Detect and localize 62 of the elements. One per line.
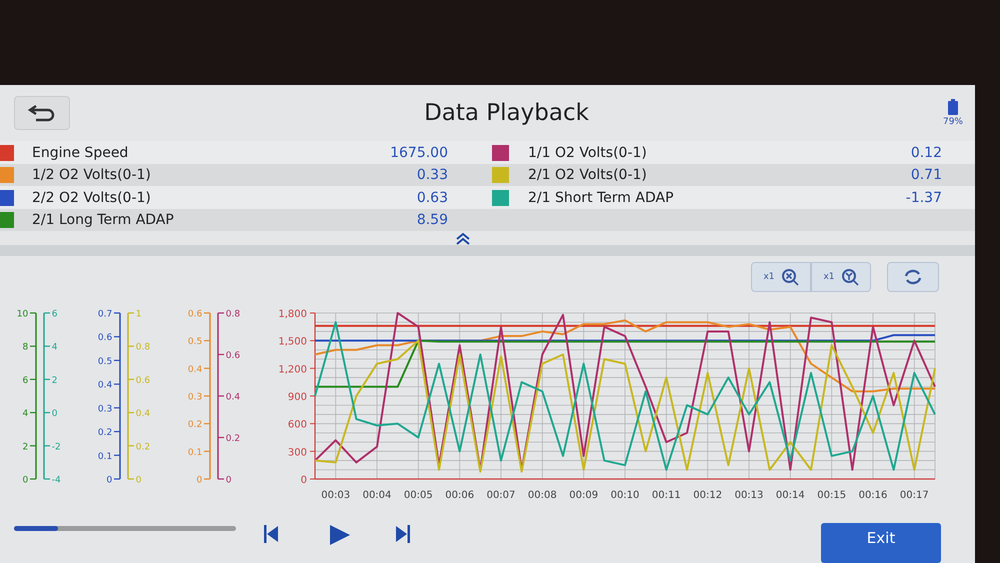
axis-scale: 1 0.8 0.6 0.4 0.2 0	[127, 310, 150, 486]
zoom-y-button[interactable]: x1	[811, 262, 871, 292]
signal-name: 1/1 O2 Volts(0-1)	[528, 144, 648, 161]
signal-value: 0.12	[910, 144, 942, 161]
x-tick-label: 00:08	[528, 490, 557, 501]
x-tick-label: 00:16	[858, 490, 888, 501]
y-tick-label: 0	[300, 475, 307, 486]
zoom-x-button[interactable]: x1	[751, 262, 811, 292]
signal-name: 2/1 Long Term ADAP	[32, 212, 175, 228]
x-tick-label: 00:13	[734, 490, 764, 501]
back-arrow-icon	[27, 104, 57, 122]
back-button[interactable]	[14, 96, 70, 130]
signal-name: 2/1 O2 Volts(0-1)	[528, 167, 648, 184]
x-tick-label: 00:12	[693, 490, 722, 501]
x-tick-label: 00:17	[900, 490, 929, 501]
next-button[interactable]	[396, 525, 410, 543]
signal-name: 1/2 O2 Volts(0-1)	[32, 167, 152, 184]
signal-value: 1675.00	[390, 144, 448, 161]
signal-value: 0.63	[416, 190, 448, 206]
magnifier-icon	[840, 268, 859, 286]
x-tick-label: 00:15	[817, 490, 846, 501]
signal-value: -1.37	[906, 190, 942, 206]
y-tick-label: 300	[288, 447, 307, 458]
signal-value: 0.33	[416, 167, 448, 184]
x-tick-label: 00:06	[445, 490, 474, 501]
signal-name: 2/1 Short Term ADAP	[528, 190, 675, 206]
exit-button[interactable]: Exit	[821, 523, 941, 563]
collapse-icon[interactable]	[454, 231, 470, 246]
battery-icon	[948, 99, 958, 116]
battery-percent: 79%	[942, 117, 963, 128]
y-tick-label: 1,800	[278, 309, 307, 320]
refresh-button[interactable]	[887, 262, 939, 292]
y-tick-label: 900	[288, 392, 307, 403]
signal-value: 0.71	[910, 167, 942, 184]
y-tick-label: 1,500	[278, 336, 307, 348]
axis-scale: 6 4 2 0 -2 -4	[43, 310, 61, 486]
refresh-icon	[903, 268, 923, 286]
skip-back-icon	[264, 525, 278, 543]
magnifier-icon	[780, 268, 799, 286]
x-tick-label: 00:11	[652, 490, 681, 501]
x-tick-label: 00:03	[321, 490, 350, 501]
x-tick-label: 00:09	[569, 490, 598, 501]
x-tick-label: 00:04	[362, 490, 392, 501]
progress-slider[interactable]	[14, 526, 236, 531]
signal-name: Engine Speed	[32, 144, 130, 161]
previous-button[interactable]	[264, 525, 278, 543]
play-icon	[330, 525, 350, 545]
signal-name: 2/2 O2 Volts(0-1)	[32, 190, 152, 206]
axis-scale: 10 8 6 4 2 0	[16, 310, 37, 486]
x-tick-label: 00:14	[776, 490, 805, 501]
axis-scale: 0.8 0.6 0.4 0.2 0	[217, 310, 240, 486]
axis-scale: 0.6 0.5 0.4 0.3 0.2 0.1 0	[188, 310, 211, 486]
page-title: Data Playback	[423, 100, 590, 126]
y-tick-label: 1,200	[278, 364, 307, 376]
x-tick-label: 00:10	[610, 490, 640, 501]
y-tick-label: 600	[288, 420, 307, 431]
x-tick-label: 00:07	[486, 490, 516, 501]
skip-forward-icon	[396, 525, 410, 543]
signal-value: 8.59	[416, 212, 448, 228]
play-button[interactable]	[330, 525, 350, 545]
axis-scale: 0.7 0.6 0.5 0.4 0.3 0.2 0.1 0	[98, 310, 121, 486]
x-tick-label: 00:05	[404, 490, 433, 501]
